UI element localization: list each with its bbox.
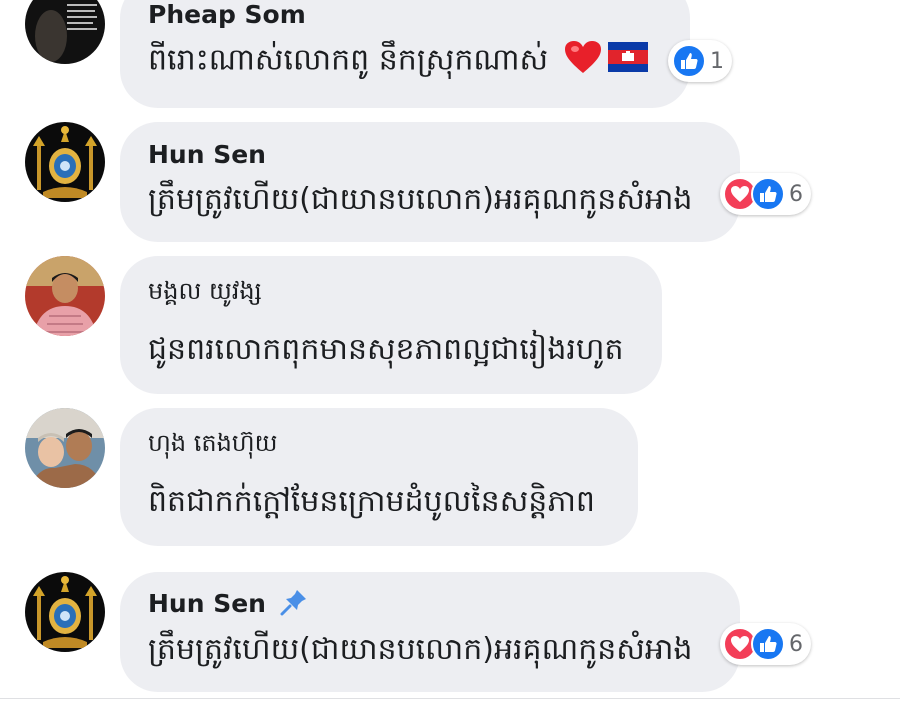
- like-icon: [751, 627, 785, 661]
- comment-text: ត្រឹមត្រូវហើយ(ជាយានបលោក)អរគុណកូនសំអាង: [148, 632, 693, 667]
- comment-text: ត្រឹមត្រូវហើយ(ជាយានបលោក)អរគុណកូនសំអាង: [148, 182, 693, 217]
- comment-author[interactable]: Hun Sen: [148, 140, 266, 169]
- comment-author[interactable]: Hun Sen: [148, 589, 266, 618]
- divider: [0, 698, 900, 711]
- comment-bubble: មង្គល យូវង្ស ជូនពរលោកពុកមានសុខភាពល្អជារៀ…: [120, 256, 662, 394]
- comment-text: ពីរោះណាស់លោកពូ នឹកស្រុកណាស់: [148, 42, 549, 78]
- comment-text: ពិតជាកក់ក្ដៅមែនក្រោមដំបូលនៃសន្តិភាព: [148, 484, 595, 519]
- cambodia-flag-icon: [608, 42, 649, 80]
- like-icon: [672, 44, 706, 78]
- comment-bubble: ហុង តេងហ៊ុយ ពិតជាកក់ក្ដៅមែនក្រោមដំបូលនៃស…: [120, 408, 638, 546]
- comment-text: ជូនពរលោកពុកមានសុខភាពល្អជារៀងរហូត: [148, 332, 624, 367]
- avatar[interactable]: [25, 408, 105, 488]
- heart-emoji-icon: [564, 40, 602, 82]
- like-icon: [751, 177, 785, 211]
- avatar[interactable]: [25, 572, 105, 652]
- avatar[interactable]: [25, 0, 105, 64]
- comment-bubble: Hun Sen ត្រឹមត្រូវហើយ(ជាយានបលោក)អរគុណកូន…: [120, 122, 740, 242]
- reaction-summary[interactable]: 1: [668, 40, 732, 82]
- comment-bubble: Pheap Som ពីរោះណាស់លោកពូ នឹកស្រុកណាស់: [120, 0, 690, 108]
- comment-author-row: Hun Sen: [148, 588, 308, 622]
- comment-bubble: Hun Sen ត្រឹមត្រូវហើយ(ជាយានបលោក)អរគុណកូន…: [120, 572, 740, 692]
- comment-feed: Pheap Som ពីរោះណាស់លោកពូ នឹកស្រុកណាស់ 1: [0, 0, 900, 711]
- reaction-count: 1: [710, 48, 724, 74]
- avatar[interactable]: [25, 256, 105, 336]
- pin-icon: [280, 588, 308, 622]
- reaction-count: 6: [789, 631, 803, 657]
- comment-text-row: ពីរោះណាស់លោកពូ នឹកស្រុកណាស់: [148, 40, 649, 85]
- reaction-summary[interactable]: 6: [720, 623, 811, 665]
- comment-author[interactable]: ហុង តេងហ៊ុយ: [148, 428, 278, 463]
- reaction-count: 6: [789, 181, 803, 207]
- comment-author[interactable]: Pheap Som: [148, 0, 306, 29]
- avatar[interactable]: [25, 122, 105, 202]
- reaction-summary[interactable]: 6: [720, 173, 811, 215]
- comment-author[interactable]: មង្គល យូវង្ស: [148, 276, 262, 311]
